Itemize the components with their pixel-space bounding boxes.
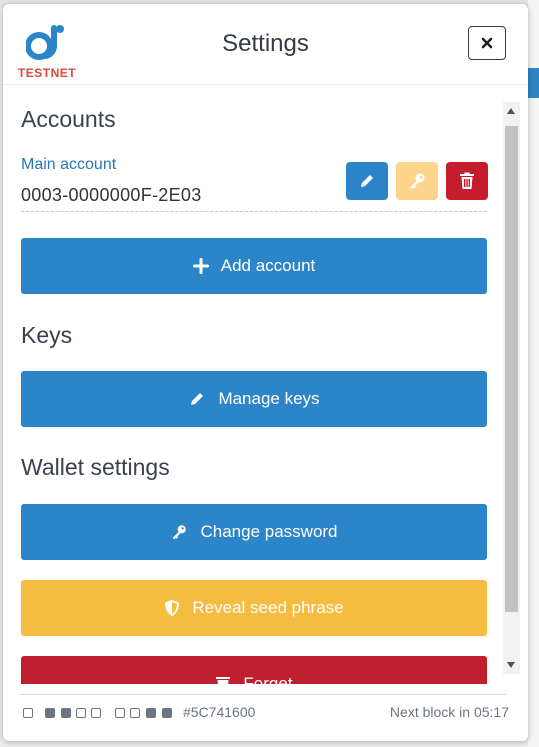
sync-indicator-square (23, 708, 33, 718)
content-scrollbar[interactable] (503, 102, 520, 674)
header-divider (3, 84, 528, 85)
background-page-edge (528, 0, 539, 747)
popup-header: TESTNET Settings (3, 4, 528, 84)
wallet-settings-heading: Wallet settings (21, 454, 170, 480)
scroll-thumb[interactable] (505, 126, 518, 612)
manage-keys-label: Manage keys (218, 389, 320, 408)
sync-indicator-square (45, 708, 55, 718)
manage-keys-button[interactable]: Manage keys (21, 371, 487, 427)
background-page-button (528, 68, 539, 98)
settings-content: Accounts Main account 0003-0000000F-2E03 (3, 86, 503, 684)
reveal-seed-phrase-button[interactable]: Reveal seed phrase (21, 580, 487, 636)
shield-icon (164, 599, 180, 617)
trash-icon (215, 675, 231, 684)
sync-indicator-square (146, 708, 156, 718)
reveal-seed-phrase-label: Reveal seed phrase (192, 598, 344, 617)
settings-popup: TESTNET Settings Accounts Main account 0… (3, 4, 528, 741)
close-button[interactable] (468, 26, 506, 60)
testnet-badge: TESTNET (17, 66, 77, 80)
sync-indicator-square (162, 708, 172, 718)
add-account-label: Add account (220, 256, 316, 275)
account-name: Main account (21, 156, 117, 173)
forget-wallet-label: Forget (243, 674, 293, 684)
page-title: Settings (222, 30, 309, 57)
sync-indicator-square (61, 708, 71, 718)
sync-indicator-square (115, 708, 125, 718)
close-icon (481, 37, 493, 49)
keys-heading: Keys (21, 322, 73, 348)
footer-divider (19, 694, 507, 695)
delete-account-button[interactable] (446, 162, 488, 200)
pencil-icon (188, 390, 206, 408)
edit-account-button[interactable] (346, 162, 388, 200)
key-icon (410, 173, 425, 189)
sync-indicator-square (76, 708, 86, 718)
status-footer: #5C741600 Next block in 05:17 (19, 704, 509, 724)
plus-icon (192, 258, 209, 274)
sync-indicator-square (130, 708, 140, 718)
change-password-button[interactable]: Change password (21, 504, 487, 560)
block-hash: #5C741600 (183, 704, 256, 720)
account-keys-button[interactable] (396, 162, 438, 200)
scroll-up-arrow[interactable] (507, 108, 515, 114)
add-account-button[interactable]: Add account (21, 238, 487, 294)
account-divider (21, 211, 487, 212)
key-icon (170, 523, 188, 541)
change-password-label: Change password (200, 522, 338, 541)
next-block-timer: Next block in 05:17 (389, 704, 509, 720)
trash-icon (460, 172, 474, 189)
sync-indicator-square (91, 708, 101, 718)
forget-wallet-button[interactable]: Forget (21, 656, 487, 684)
scroll-down-arrow[interactable] (507, 662, 515, 668)
pencil-icon (361, 175, 373, 187)
accounts-heading: Accounts (21, 106, 116, 132)
account-id: 0003-0000000F-2E03 (21, 185, 202, 205)
